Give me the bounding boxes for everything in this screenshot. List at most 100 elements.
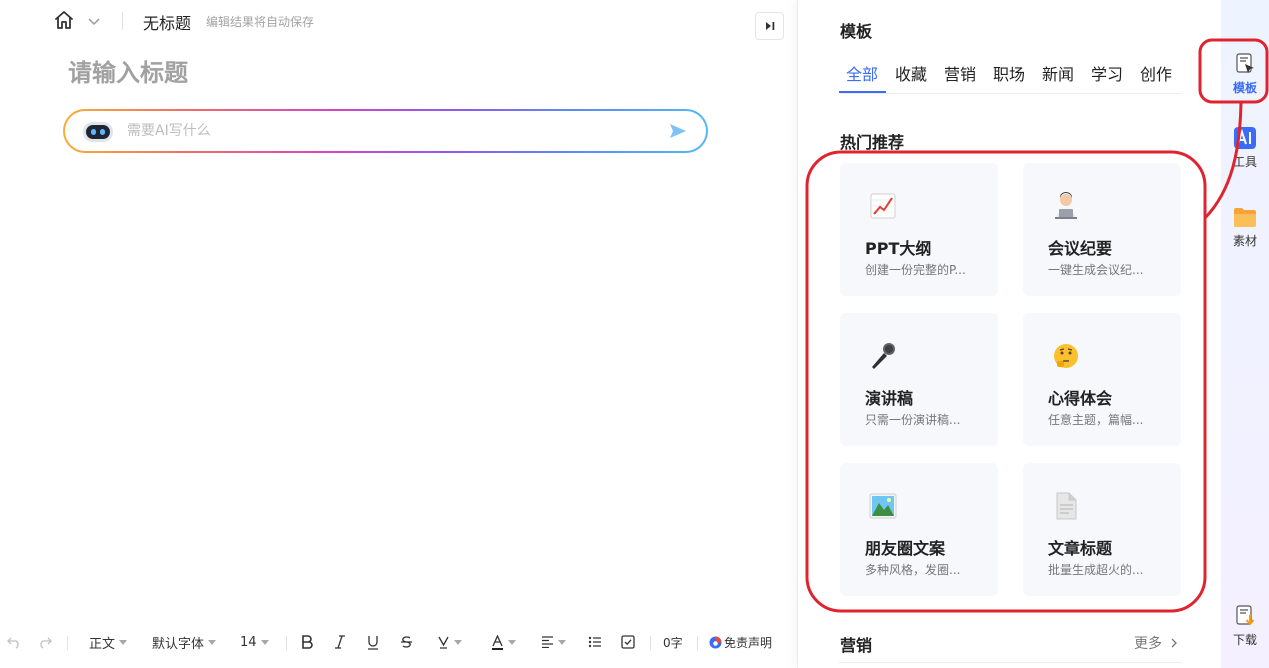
- more-label: 更多: [1134, 636, 1162, 652]
- card-desc: 只需一份演讲稿...: [865, 413, 961, 427]
- editor-area: 无标题 编辑结果将自动保存 请输入标题 需要AI写什么 正文 默认字体 14 0…: [0, 0, 796, 668]
- card-desc: 批量生成超火的...: [1048, 563, 1144, 577]
- document-icon: [1056, 492, 1077, 520]
- font-size-label: 14: [240, 634, 257, 650]
- tab-all[interactable]: 全部: [846, 61, 878, 85]
- sidebar-item-materials[interactable]: 素材: [1221, 205, 1269, 249]
- more-link[interactable]: 更多: [1134, 633, 1179, 653]
- divider: [697, 636, 698, 650]
- tab-favorites[interactable]: 收藏: [895, 61, 927, 85]
- card-title: 朋友圈文案: [865, 539, 946, 558]
- divider: [839, 662, 1181, 663]
- tab-creation[interactable]: 创作: [1140, 61, 1172, 85]
- bullet-list-button[interactable]: [588, 632, 602, 652]
- font-color-button[interactable]: [491, 632, 516, 652]
- ai-prompt-inner: [65, 111, 706, 151]
- template-icon: [1236, 53, 1254, 73]
- microphone-icon: [872, 343, 895, 369]
- sidebar-label: 下载: [1232, 633, 1257, 647]
- sidebar-item-templates[interactable]: 模板: [1221, 52, 1269, 96]
- font-size-select[interactable]: 14: [240, 632, 269, 652]
- align-button[interactable]: [541, 632, 566, 652]
- title-placeholder[interactable]: 请输入标题: [68, 53, 188, 88]
- caret-icon: [508, 639, 516, 645]
- template-card-moments-copy[interactable]: 朋友圈文案 多种风格，发圈...: [840, 463, 998, 596]
- home-icon[interactable]: [53, 9, 75, 31]
- template-card-article-title[interactable]: 文章标题 批量生成超火的...: [1023, 463, 1181, 596]
- document-name[interactable]: 无标题: [143, 10, 191, 34]
- card-desc: 任意主题，篇幅...: [1048, 413, 1144, 427]
- paragraph-style-select[interactable]: 正文: [89, 632, 128, 652]
- caret-icon: [260, 639, 269, 645]
- bold-icon: [302, 635, 313, 649]
- landscape-photo-icon: [869, 493, 897, 519]
- template-panel: 模板 全部 收藏 营销 职场 新闻 学习 创作 热门推荐 PPT大纲 创建一份完…: [797, 0, 1221, 668]
- chart-icon: [870, 193, 896, 219]
- checkbox-icon: [621, 635, 635, 649]
- undo-button[interactable]: [7, 632, 21, 652]
- card-title: 心得体会: [1048, 389, 1113, 408]
- tab-study[interactable]: 学习: [1091, 61, 1123, 85]
- laptop-person-icon: [1055, 192, 1077, 219]
- send-icon[interactable]: [669, 123, 687, 139]
- strikethrough-button[interactable]: [400, 632, 413, 652]
- card-desc: 一键生成会议纪...: [1048, 263, 1144, 277]
- marketing-section-title: 营销: [840, 636, 873, 655]
- tab-marketing[interactable]: 营销: [944, 61, 976, 85]
- editor-topbar: 无标题 编辑结果将自动保存: [0, 0, 796, 42]
- template-card-speech[interactable]: 演讲稿 只需一份演讲稿...: [840, 313, 998, 446]
- paragraph-style-label: 正文: [89, 636, 116, 652]
- ai-robot-icon: [83, 122, 113, 142]
- card-desc: 多种风格，发圈...: [865, 563, 961, 577]
- collapse-panel-button[interactable]: [755, 12, 784, 40]
- highlight-button[interactable]: [437, 632, 462, 652]
- hot-recommend-title: 热门推荐: [840, 133, 905, 152]
- ai-prompt-bar: [63, 109, 708, 153]
- tab-workplace[interactable]: 职场: [993, 61, 1025, 85]
- underline-button[interactable]: [367, 632, 379, 652]
- autosave-hint: 编辑结果将自动保存: [206, 15, 315, 29]
- disclaimer-label: 免责声明: [724, 635, 773, 650]
- tab-news[interactable]: 新闻: [1042, 61, 1074, 85]
- underline-icon: [368, 635, 378, 650]
- ai-prompt-input[interactable]: [127, 120, 647, 142]
- font-family-select[interactable]: 默认字体: [152, 632, 217, 652]
- divider: [67, 636, 68, 650]
- bullet-list-icon: [588, 636, 601, 648]
- collapse-icon: [765, 22, 774, 30]
- sidebar-label: 模板: [1232, 81, 1257, 95]
- template-card-ppt-outline[interactable]: PPT大纲 创建一份完整的P...: [840, 163, 998, 296]
- sidebar-item-tools[interactable]: 工具: [1221, 126, 1269, 170]
- disclaimer-logo-icon: [709, 636, 722, 648]
- word-count: 0字: [663, 635, 683, 650]
- folder-icon: [1234, 208, 1256, 227]
- italic-button[interactable]: [334, 632, 346, 652]
- bold-button[interactable]: [301, 632, 313, 652]
- font-color-icon: [492, 634, 503, 650]
- caret-icon: [454, 639, 462, 645]
- ai-tools-icon: [1234, 127, 1256, 149]
- download-icon: [1236, 605, 1255, 626]
- strikethrough-icon: [401, 636, 412, 648]
- sidebar-label: 工具: [1232, 155, 1257, 169]
- panel-title: 模板: [840, 22, 873, 41]
- italic-icon: [335, 635, 345, 649]
- checklist-button[interactable]: [621, 632, 635, 652]
- sidebar-item-download[interactable]: 下载: [1221, 604, 1269, 648]
- redo-button[interactable]: [38, 632, 52, 652]
- chevron-right-icon: [1171, 638, 1178, 648]
- caret-icon: [208, 639, 217, 645]
- align-left-icon: [542, 636, 553, 648]
- card-title: PPT大纲: [865, 239, 932, 258]
- template-card-reflections[interactable]: 心得体会 任意主题，篇幅...: [1023, 313, 1181, 446]
- template-card-meeting-minutes[interactable]: 会议纪要 一键生成会议纪...: [1023, 163, 1181, 296]
- caret-icon: [558, 639, 566, 645]
- disclaimer-link[interactable]: 免责声明: [709, 632, 772, 652]
- card-desc: 创建一份完整的P...: [865, 263, 966, 277]
- chevron-down-icon[interactable]: [86, 13, 102, 29]
- sidebar-label: 素材: [1232, 234, 1257, 248]
- app: 无标题 编辑结果将自动保存 请输入标题 需要AI写什么 正文 默认字体 14 0…: [0, 0, 1269, 668]
- divider: [650, 636, 651, 650]
- active-tab-indicator: [839, 91, 886, 93]
- template-tabs: 全部 收藏 营销 职场 新闻 学习 创作: [839, 59, 1181, 94]
